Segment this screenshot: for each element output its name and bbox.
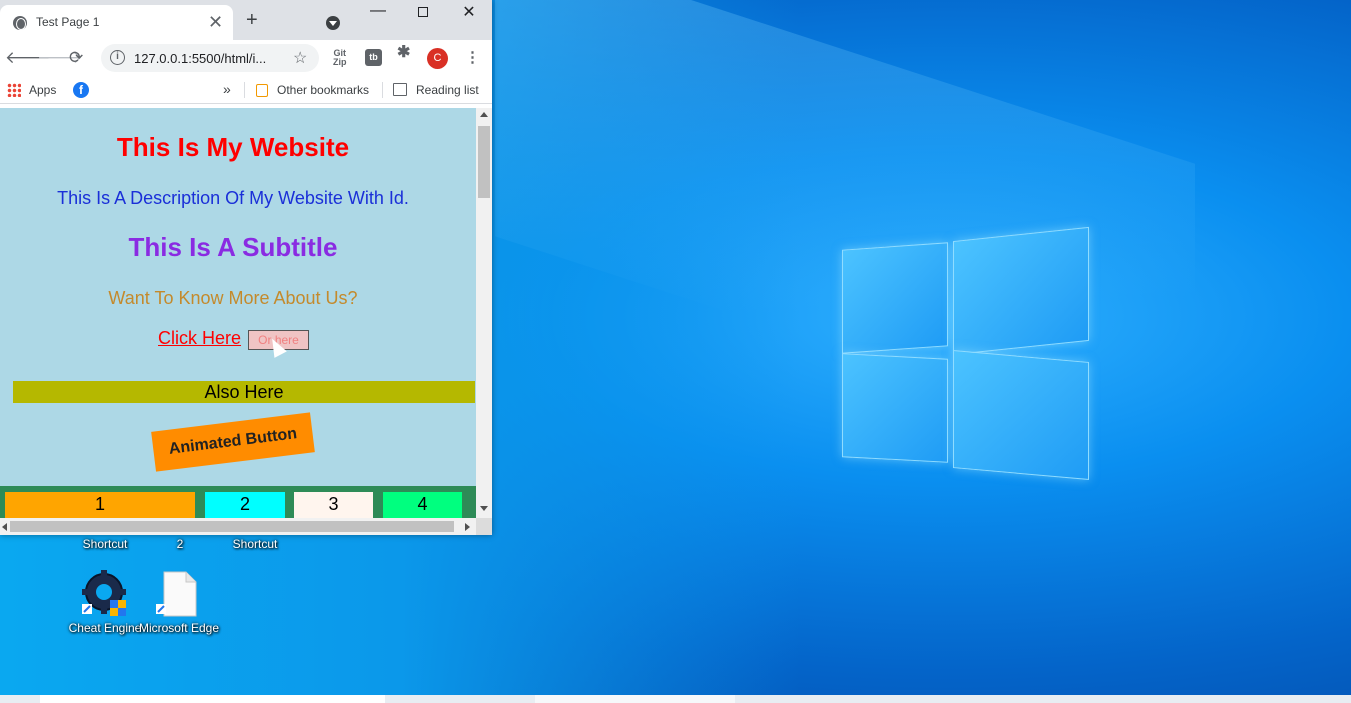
address-bar[interactable]: i 127.0.0.1:5500/html/i... ☆ xyxy=(101,44,319,72)
page-viewport: This Is My Website This Is A Description… xyxy=(0,108,476,518)
desktop-icon-label[interactable]: Shortcut xyxy=(210,537,300,551)
bookmarks-bar: Apps f » Other bookmarks Reading list xyxy=(0,76,492,104)
taskbar-search[interactable] xyxy=(40,695,385,703)
scrollbar-corner xyxy=(476,518,492,535)
minimize-button[interactable]: — xyxy=(355,2,401,20)
scroll-right-icon[interactable] xyxy=(465,523,470,531)
tab-search-icon[interactable] xyxy=(326,16,340,30)
bookmark-other[interactable]: Other bookmarks xyxy=(277,83,369,97)
more-menu-icon[interactable]: ⋮ xyxy=(465,48,480,66)
scroll-down-icon[interactable] xyxy=(480,506,488,511)
gitzip-extension-icon[interactable]: Git Zip xyxy=(333,49,347,67)
grid-cell: 4 xyxy=(383,492,462,518)
tab-title: Test Page 1 xyxy=(36,15,100,29)
close-tab-icon[interactable]: ✕ xyxy=(208,12,223,33)
bookmarks-overflow-chevron[interactable]: » xyxy=(223,81,231,97)
folder-icon xyxy=(256,84,268,97)
windows-logo-pane xyxy=(842,242,948,354)
tab-test-page[interactable]: Test Page 1 ✕ xyxy=(0,5,233,40)
grid-cell: 3 xyxy=(294,492,373,518)
maximize-button[interactable] xyxy=(400,2,446,22)
reading-list[interactable]: Reading list xyxy=(416,83,479,97)
facebook-icon[interactable]: f xyxy=(73,82,89,98)
taskbar-app[interactable] xyxy=(535,695,735,703)
bookmark-apps[interactable]: Apps xyxy=(29,83,56,97)
reading-list-icon xyxy=(393,83,407,96)
divider xyxy=(244,82,245,98)
extensions-puzzle-icon[interactable]: ✱ xyxy=(397,45,410,61)
scrollbar-thumb[interactable] xyxy=(10,521,454,532)
grid-strip: 1 2 3 4 xyxy=(0,486,476,518)
page-description: This Is A Description Of My Website With… xyxy=(57,188,409,208)
scroll-up-icon[interactable] xyxy=(480,112,488,117)
grid-cell: 1 xyxy=(5,492,195,518)
scroll-left-icon[interactable] xyxy=(2,523,7,531)
windows-logo-icon xyxy=(842,226,1090,480)
grid-cell: 2 xyxy=(205,492,285,518)
title-bar[interactable]: Test Page 1 ✕ + — ✕ xyxy=(0,0,492,40)
info-icon[interactable]: i xyxy=(110,50,125,65)
windows-logo-pane xyxy=(953,350,1089,480)
windows-logo-pane xyxy=(953,226,1089,356)
desktop-icon-label[interactable]: Microsoft Edge xyxy=(134,621,224,635)
bookmark-star-icon[interactable]: ☆ xyxy=(293,48,307,68)
taskbar[interactable] xyxy=(0,695,1351,703)
scrollbar-thumb[interactable] xyxy=(478,126,490,198)
cheat-engine-icon[interactable] xyxy=(80,570,130,618)
microsoft-edge-icon[interactable] xyxy=(154,570,198,618)
page-subtitle: This Is A Subtitle xyxy=(128,232,338,262)
more-info-text: Want To Know More About Us? xyxy=(108,288,358,308)
click-here-link[interactable]: Click Here xyxy=(158,328,241,349)
browser-toolbar: 🡐 🡒 ⟳ i 127.0.0.1:5500/html/i... ☆ Git Zi… xyxy=(0,40,492,76)
new-tab-button[interactable]: + xyxy=(246,9,258,32)
vertical-scrollbar[interactable] xyxy=(476,108,492,518)
animated-button[interactable]: Animated Button xyxy=(151,412,315,472)
extension-icon[interactable]: tb xyxy=(365,49,382,66)
horizontal-scrollbar[interactable] xyxy=(0,518,476,535)
divider xyxy=(382,82,383,98)
browser-window: Test Page 1 ✕ + — ✕ 🡐 🡒 ⟳ i 127.0.0.1:55… xyxy=(0,0,492,535)
close-window-button[interactable]: ✕ xyxy=(446,2,492,22)
page-title: This Is My Website xyxy=(116,132,350,162)
globe-icon xyxy=(13,16,27,30)
reload-icon[interactable]: ⟳ xyxy=(69,48,83,68)
apps-grid-icon[interactable] xyxy=(7,83,21,97)
maximize-icon xyxy=(418,7,428,17)
url-text[interactable]: 127.0.0.1:5500/html/i... xyxy=(134,51,266,66)
profile-avatar[interactable]: C xyxy=(427,48,448,69)
windows-logo-pane xyxy=(842,353,948,463)
also-here-bar[interactable]: Also Here xyxy=(13,381,475,403)
